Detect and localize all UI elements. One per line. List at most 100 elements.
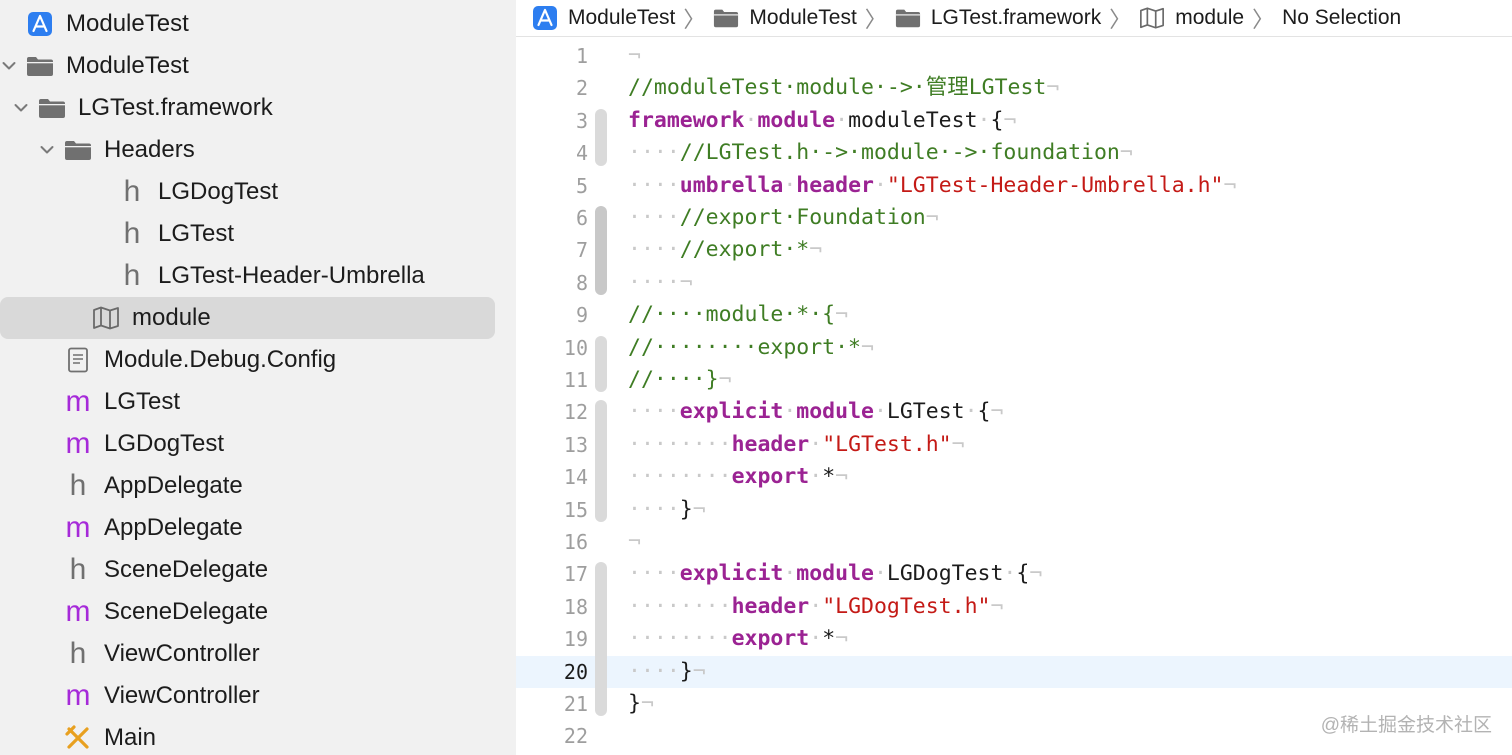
code-text: ¬ bbox=[628, 526, 641, 558]
navigator-item[interactable]: m ViewController bbox=[0, 675, 516, 717]
code-token: · bbox=[977, 107, 991, 133]
code-line[interactable]: 6 ····//export·Foundation¬ bbox=[516, 202, 1512, 234]
code-line[interactable]: 12 ····explicit·module·LGTest·{¬ bbox=[516, 396, 1512, 428]
code-line[interactable]: 1 ¬ bbox=[516, 40, 1512, 72]
code-folding-ribbon[interactable] bbox=[595, 562, 607, 717]
code-line[interactable]: 2 //moduleTest·module·->·管理LGTest¬ bbox=[516, 72, 1512, 104]
header-file-icon: h bbox=[123, 217, 141, 250]
xcode-project-icon bbox=[26, 10, 54, 38]
navigator-item[interactable]: h ViewController bbox=[0, 633, 516, 675]
code-folding-ribbon[interactable] bbox=[595, 206, 607, 296]
jump-bar-item[interactable]: ModuleTest bbox=[713, 6, 857, 30]
code-line[interactable]: 5 ····umbrella·header·"LGTest-Header-Umbr… bbox=[516, 170, 1512, 202]
navigator-item[interactable]: h AppDelegate bbox=[0, 465, 516, 507]
code-line[interactable]: 20 ····}¬ bbox=[516, 655, 1512, 688]
jump-bar-item[interactable]: ModuleTest bbox=[532, 6, 675, 30]
code-token: } bbox=[679, 658, 693, 684]
code-token: //export·Foundation bbox=[679, 205, 926, 230]
code-line[interactable]: 14 ········export·*¬ bbox=[516, 461, 1512, 493]
source-editor[interactable]: ModuleTest 〉 ModuleTest 〉 LGTest.framework 〉 m… bbox=[516, 0, 1512, 755]
navigator-item[interactable]: h LGDogTest bbox=[0, 171, 516, 213]
line-number: 5 bbox=[575, 173, 588, 198]
code-token: //····module·*·{ bbox=[628, 302, 836, 328]
jump-bar-item[interactable]: LGTest.framework bbox=[895, 6, 1101, 30]
code-line[interactable]: 13 ········header·"LGTest.h"¬ bbox=[516, 429, 1512, 461]
navigator-item[interactable]: LGTest.framework bbox=[0, 87, 516, 129]
header-file-icon: h bbox=[123, 175, 141, 208]
jump-bar-item[interactable]: No Selection bbox=[1282, 6, 1401, 30]
line-number: 1 bbox=[575, 44, 588, 68]
code-token: module bbox=[796, 399, 874, 425]
folder-icon bbox=[895, 6, 921, 30]
code-text: //moduleTest·module·->·管理LGTest¬ bbox=[628, 72, 1059, 104]
code-token: * bbox=[822, 464, 836, 490]
code-folding-ribbon[interactable] bbox=[595, 335, 607, 393]
code-text: ····}¬ bbox=[628, 656, 706, 688]
jump-bar-item-label: No Selection bbox=[1282, 6, 1402, 29]
header-file-icon: h bbox=[69, 637, 87, 670]
navigator-item[interactable]: m AppDelegate bbox=[0, 507, 516, 549]
chevron-down-icon[interactable] bbox=[38, 141, 56, 159]
navigator-item[interactable]: module bbox=[0, 297, 495, 339]
navigator-item[interactable]: m SceneDelegate bbox=[0, 591, 516, 633]
navigator-item[interactable]: Module.Debug.Config bbox=[0, 339, 516, 381]
line-number: 17 bbox=[563, 562, 588, 587]
code-line[interactable]: 16 ¬ bbox=[516, 526, 1512, 558]
code-folding-ribbon[interactable] bbox=[595, 400, 607, 522]
code-line[interactable]: 17 ····explicit·module·LGDogTest·{¬ bbox=[516, 558, 1512, 590]
navigator-item[interactable]: h LGTest bbox=[0, 213, 516, 255]
chevron-down-icon[interactable] bbox=[12, 99, 30, 117]
code-text: //····module·*·{¬ bbox=[628, 299, 848, 331]
code-line[interactable]: 7 ····//export·*¬ bbox=[516, 234, 1512, 266]
navigator-item-label: AppDelegate bbox=[104, 472, 243, 499]
code-token: ¬ bbox=[990, 593, 1004, 619]
navigator-item[interactable]: m LGTest bbox=[0, 381, 516, 423]
navigator-item[interactable]: ModuleTest bbox=[0, 3, 516, 45]
code-text: ········header·"LGTest.h"¬ bbox=[628, 429, 965, 461]
code-token: ···· bbox=[628, 399, 680, 425]
code-token: ¬ bbox=[1223, 172, 1237, 198]
code-token: ···· bbox=[628, 658, 680, 684]
chevron-down-icon[interactable] bbox=[0, 57, 18, 75]
code-line[interactable]: 18 ········header·"LGDogTest.h"¬ bbox=[516, 591, 1512, 623]
code-token: · bbox=[835, 107, 849, 133]
folder-icon bbox=[713, 6, 739, 30]
code-line[interactable]: 3 framework·module·moduleTest·{¬ bbox=[516, 105, 1512, 137]
jump-bar-item-label: ModuleTest bbox=[749, 6, 857, 29]
navigator-item[interactable]: m LGDogTest bbox=[0, 423, 516, 465]
code-token: LGDogTest bbox=[886, 561, 1004, 587]
navigator-item[interactable]: ModuleTest bbox=[0, 45, 516, 87]
code-line[interactable]: 9 //····module·*·{¬ bbox=[516, 299, 1512, 331]
navigator-item-label: module bbox=[132, 304, 211, 331]
code-token: "LGDogTest.h" bbox=[822, 593, 991, 619]
code-line[interactable]: 10 //········export·*¬ bbox=[516, 332, 1512, 364]
navigator-item-label: Main bbox=[104, 724, 157, 751]
navigator-item[interactable]: Headers bbox=[0, 129, 516, 171]
code-line[interactable]: 4 ····//LGTest.h·->·module·->·foundation¬ bbox=[516, 137, 1512, 169]
code-token: ¬ bbox=[835, 464, 849, 490]
code-token: · bbox=[964, 399, 978, 425]
navigator-item-label: ViewController bbox=[104, 640, 260, 667]
navigator-item[interactable]: Main bbox=[0, 717, 516, 755]
code-token: · bbox=[873, 561, 887, 587]
code-folding-ribbon[interactable] bbox=[595, 108, 607, 166]
code-token: { bbox=[1016, 561, 1030, 587]
code-text: framework·module·moduleTest·{¬ bbox=[628, 105, 1016, 137]
code-line[interactable]: 19 ········export·*¬ bbox=[516, 623, 1512, 655]
code-token: · bbox=[809, 626, 823, 652]
jump-bar-item-label: ModuleTest bbox=[568, 6, 676, 29]
code-token: ¬ bbox=[692, 496, 706, 522]
navigator-item[interactable]: h LGTest-Header-Umbrella bbox=[0, 255, 516, 297]
code-line[interactable]: 15 ····}¬ bbox=[516, 494, 1512, 526]
code-line[interactable]: 8 ····¬ bbox=[516, 267, 1512, 299]
code-text: ¬ bbox=[628, 40, 641, 72]
code-token: "LGTest-Header-Umbrella.h" bbox=[886, 172, 1224, 198]
code-line[interactable]: 11 //····}¬ bbox=[516, 364, 1512, 396]
xcode-project-icon bbox=[532, 6, 558, 30]
jump-bar-item[interactable]: module bbox=[1139, 6, 1244, 30]
navigator-item[interactable]: h SceneDelegate bbox=[0, 549, 516, 591]
